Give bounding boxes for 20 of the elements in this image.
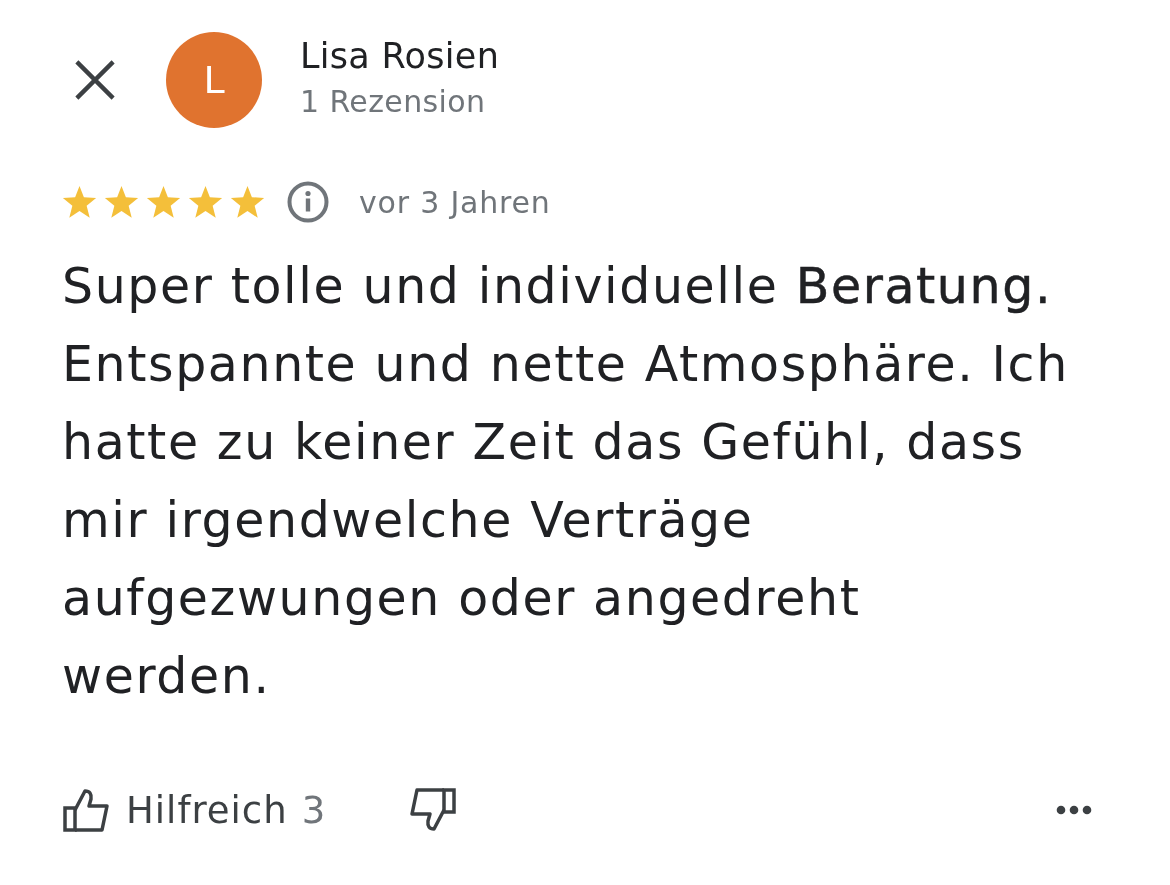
review-text: Super tolle und individuelle Beratung. Entspannte und nette Atmosphäre. Ich hatte zu keiner Zeit das Gefühl, dass mir irgendwelche Verträge aufgezwungen oder angedreht werden.	[62, 257, 1070, 707]
star-icon	[62, 185, 97, 219]
star-icon	[188, 185, 223, 219]
more-icon	[1056, 805, 1092, 815]
review-date: vor 3 Jahren	[359, 184, 551, 220]
avatar: L	[166, 32, 262, 128]
helpful-count: 3	[301, 788, 326, 832]
info-icon[interactable]	[287, 181, 329, 223]
close-icon	[74, 59, 116, 101]
reviewer-name[interactable]: Lisa Rosien	[300, 34, 500, 78]
more-button[interactable]	[1056, 805, 1092, 815]
helpful-button[interactable]: Hilfreich 3	[62, 787, 326, 833]
star-icon	[230, 185, 265, 219]
thumbs-down-icon	[409, 787, 458, 833]
helpful-label: Hilfreich	[126, 788, 288, 832]
star-icon	[146, 185, 181, 219]
thumbs-down-button[interactable]	[409, 787, 458, 833]
thumbs-up-icon	[62, 787, 110, 833]
review-count: 1 Rezension	[300, 83, 487, 121]
star-icon	[104, 185, 139, 219]
